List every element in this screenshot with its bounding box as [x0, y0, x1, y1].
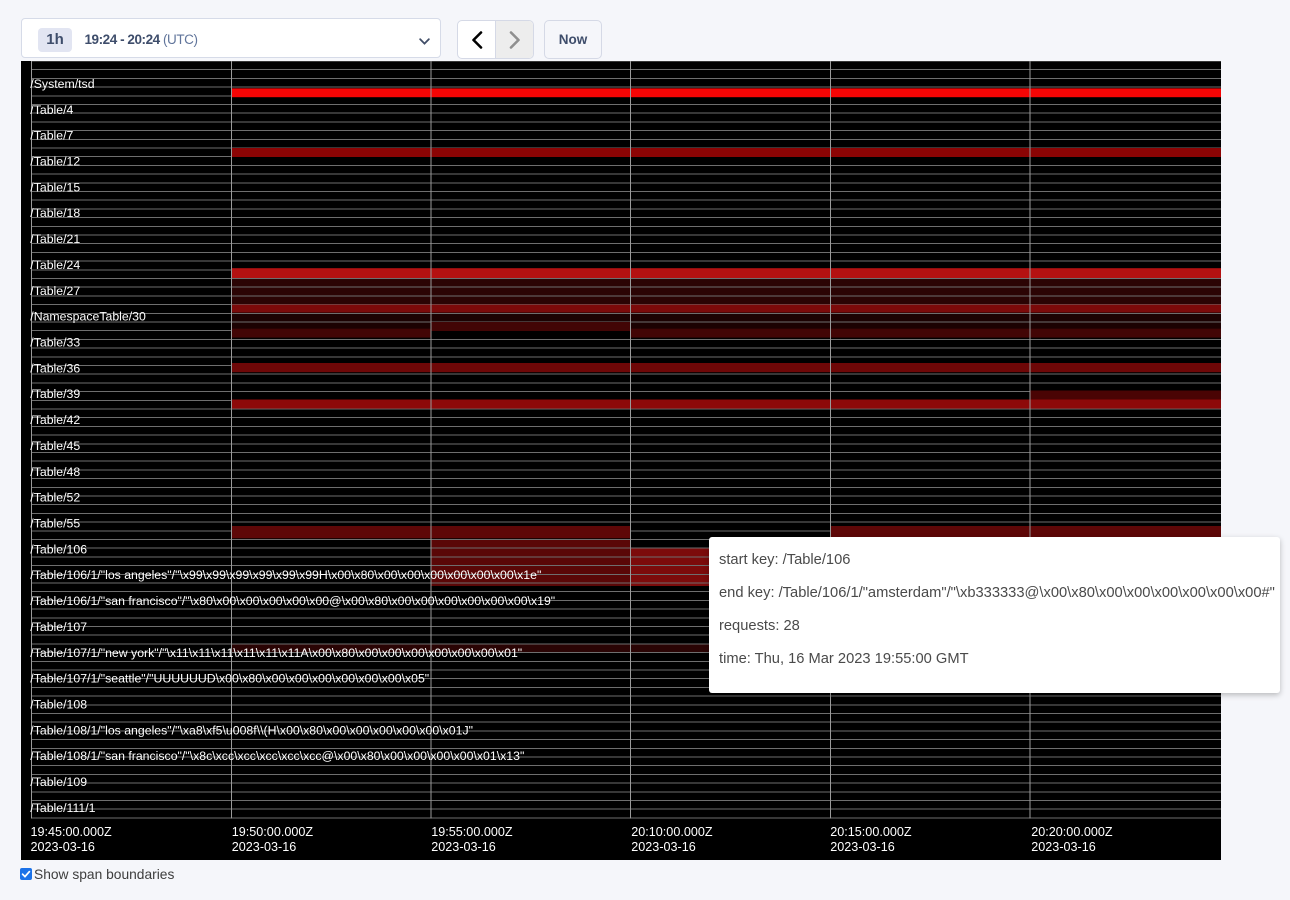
svg-text:20:15:00.000Z: 20:15:00.000Z [830, 825, 912, 839]
svg-text:/NamespaceTable/30: /NamespaceTable/30 [30, 310, 146, 324]
svg-text:2023-03-16: 2023-03-16 [431, 840, 495, 854]
svg-text:/Table/48: /Table/48 [30, 465, 80, 479]
svg-text:/Table/15: /Table/15 [30, 180, 80, 194]
svg-text:/Table/52: /Table/52 [30, 491, 80, 505]
svg-text:2023-03-16: 2023-03-16 [232, 840, 296, 854]
svg-text:/Table/21: /Table/21 [30, 232, 80, 246]
svg-text:/Table/55: /Table/55 [30, 517, 80, 531]
svg-text:/Table/4: /Table/4 [30, 103, 73, 117]
svg-text:19:45:00.000Z: 19:45:00.000Z [31, 825, 113, 839]
svg-text:/System/tsd: /System/tsd [30, 77, 94, 91]
svg-text:/Table/108/1/"san francisco"/": /Table/108/1/"san francisco"/"\x8c\xcc\x… [30, 749, 524, 763]
svg-text:/Table/39: /Table/39 [30, 387, 80, 401]
svg-text:/Table/27: /Table/27 [30, 284, 80, 298]
svg-text:/Table/42: /Table/42 [30, 413, 80, 427]
svg-text:/Table/111/1: /Table/111/1 [30, 801, 95, 815]
svg-text:/Table/107: /Table/107 [30, 620, 87, 634]
svg-text:/Table/106/1/"san francisco"/": /Table/106/1/"san francisco"/"\x80\x00\x… [30, 594, 555, 608]
svg-text:/Table/12: /Table/12 [30, 155, 80, 169]
svg-text:2023-03-16: 2023-03-16 [631, 840, 695, 854]
svg-text:20:20:00.000Z: 20:20:00.000Z [1031, 825, 1113, 839]
svg-text:/Table/24: /Table/24 [30, 258, 80, 272]
svg-text:2023-03-16: 2023-03-16 [830, 840, 894, 854]
svg-text:19:50:00.000Z: 19:50:00.000Z [232, 825, 314, 839]
svg-text:/Table/107/1/"seattle"/"UUUUUU: /Table/107/1/"seattle"/"UUUUUUD\x00\x80\… [30, 672, 429, 686]
svg-text:19:55:00.000Z: 19:55:00.000Z [431, 825, 513, 839]
svg-text:/Table/106/1/"los angeles"/"\x: /Table/106/1/"los angeles"/"\x99\x99\x99… [30, 568, 541, 582]
svg-text:/Table/18: /Table/18 [30, 206, 80, 220]
svg-text:2023-03-16: 2023-03-16 [1031, 840, 1095, 854]
svg-text:/Table/108: /Table/108 [30, 698, 87, 712]
svg-text:/Table/106: /Table/106 [30, 542, 87, 556]
svg-text:20:10:00.000Z: 20:10:00.000Z [631, 825, 713, 839]
svg-text:/Table/107/1/"new york"/"\x11\: /Table/107/1/"new york"/"\x11\x11\x11\x1… [30, 646, 522, 660]
svg-text:/Table/33: /Table/33 [30, 336, 80, 350]
svg-text:/Table/36: /Table/36 [30, 361, 80, 375]
svg-text:/Table/7: /Table/7 [30, 129, 73, 143]
svg-text:2023-03-16: 2023-03-16 [31, 840, 95, 854]
svg-text:/Table/109: /Table/109 [30, 775, 87, 789]
svg-text:/Table/45: /Table/45 [30, 439, 80, 453]
svg-text:/Table/108/1/"los angeles"/"\x: /Table/108/1/"los angeles"/"\xa8\xf5\u00… [30, 723, 473, 737]
